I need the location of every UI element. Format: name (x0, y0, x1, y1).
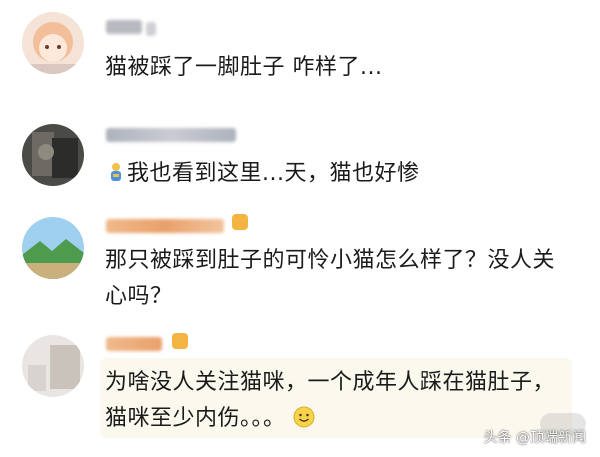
comment-text: 我也看到这里...天，猫也好惨 (105, 156, 575, 192)
comment-item: 那只被踩到肚子的可怜小猫怎么样了？没人关心吗？ (0, 205, 600, 325)
username-blurred[interactable] (106, 337, 162, 351)
username-blurred[interactable] (106, 20, 142, 34)
comment-text-content: 为啥没人关注猫咪，一个成年人踩在猫肚子，猫咪至少内伤。。。 (105, 370, 556, 431)
avatar-light-photo-icon[interactable] (22, 335, 84, 397)
username-blurred[interactable] (106, 219, 224, 233)
smiley-emoji-icon (293, 406, 315, 428)
avatar-cartoon-girl-icon[interactable] (22, 12, 84, 74)
username-blurred[interactable] (106, 128, 236, 142)
avatar-dark-photo-icon[interactable] (22, 124, 84, 186)
comment-text-content: 我也看到这里...天，猫也好惨 (127, 161, 420, 186)
username-blurred (146, 22, 156, 36)
watermark: 头条 @顶端新闻 (483, 430, 586, 446)
comment-item: 我也看到这里...天，猫也好惨 (0, 110, 600, 205)
avatar-landscape-icon[interactable] (22, 217, 84, 279)
comment-text: 猫被踩了一脚肚子 咋样了... (105, 55, 383, 80)
vip-badge-icon (232, 214, 248, 230)
person-emoji-icon (111, 163, 121, 181)
vip-badge-icon (172, 333, 188, 349)
comment-item: 猫被踩了一脚肚子 咋样了... (0, 0, 600, 110)
comment-text: 那只被踩到肚子的可怜小猫怎么样了？没人关心吗？ (105, 248, 556, 309)
